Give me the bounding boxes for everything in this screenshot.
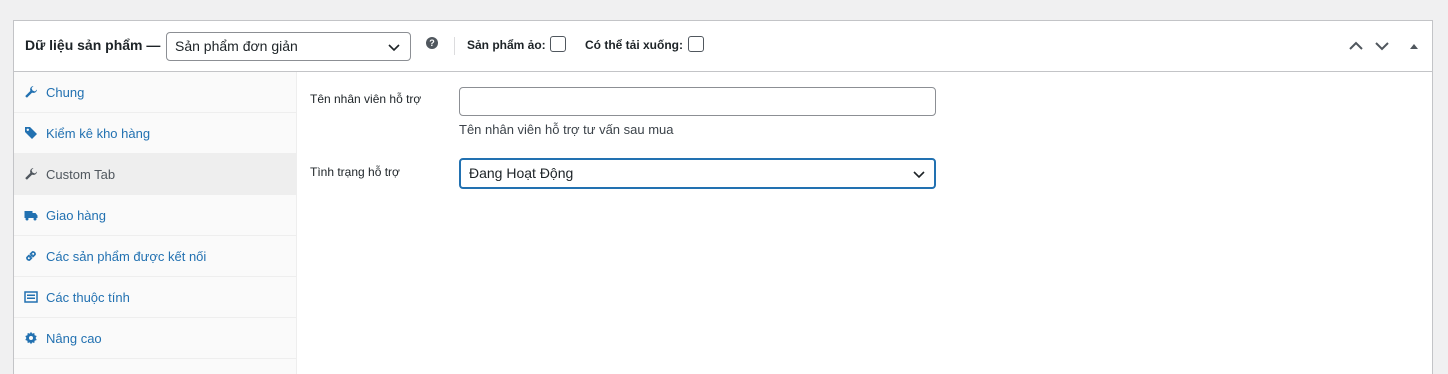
support-status-value: Đang Hoạt Động <box>469 165 574 181</box>
header-divider <box>454 37 455 55</box>
tab-inventory[interactable]: Kiểm kê kho hàng <box>14 113 297 154</box>
downloadable-checkbox[interactable] <box>688 36 704 52</box>
tab-custom[interactable]: Custom Tab <box>14 154 297 195</box>
support-name-description: Tên nhân viên hỗ trợ tư vấn sau mua <box>459 122 674 137</box>
product-data-panel: Dữ liệu sản phẩm — Sản phẩm đơn giản ? S… <box>13 20 1433 374</box>
tag-icon <box>25 127 37 139</box>
tab-general[interactable]: Chung <box>14 72 297 113</box>
tab-advanced[interactable]: Nâng cao <box>14 318 297 359</box>
product-type-select[interactable]: Sản phẩm đơn giản <box>166 32 411 61</box>
chevron-down-icon <box>913 171 925 179</box>
product-data-tabs: Chung Kiểm kê kho hàng Custom Tab Giao h… <box>14 72 297 374</box>
help-icon[interactable]: ? <box>426 37 438 49</box>
collapse-toggle-icon[interactable] <box>1406 38 1422 54</box>
tab-shipping-label: Giao hàng <box>46 208 106 223</box>
tab-inventory-label: Kiểm kê kho hàng <box>46 126 151 141</box>
tab-custom-label: Custom Tab <box>46 167 116 182</box>
virtual-label: Sản phẩm ảo: <box>467 38 546 52</box>
tab-shipping[interactable]: Giao hàng <box>14 195 297 236</box>
custom-tab-content: Tên nhân viên hỗ trợ Tên nhân viên hỗ tr… <box>298 72 1432 374</box>
link-icon <box>26 251 36 261</box>
panel-header: Dữ liệu sản phẩm — Sản phẩm đơn giản ? S… <box>14 21 1432 72</box>
tab-linked-products-label: Các sản phẩm được kết nối <box>46 249 207 264</box>
support-name-label: Tên nhân viên hỗ trợ <box>310 92 422 106</box>
truck-icon <box>24 211 38 221</box>
virtual-checkbox[interactable] <box>550 36 566 52</box>
wrench-icon <box>25 168 37 180</box>
tab-advanced-label: Nâng cao <box>46 331 102 346</box>
wrench-icon <box>25 86 37 98</box>
tab-general-label: Chung <box>46 85 85 100</box>
support-status-select[interactable]: Đang Hoạt Động <box>459 158 936 189</box>
move-down-icon[interactable] <box>1374 38 1390 54</box>
support-status-label: Tình trạng hỗ trợ <box>310 165 400 179</box>
support-name-input[interactable] <box>459 87 936 116</box>
tab-attributes-label: Các thuộc tính <box>46 290 130 305</box>
tab-linked-products[interactable]: Các sản phẩm được kết nối <box>14 236 297 277</box>
product-type-value: Sản phẩm đơn giản <box>175 38 298 54</box>
chevron-down-icon <box>388 44 400 52</box>
downloadable-label: Có thể tải xuống: <box>585 38 683 52</box>
tab-attributes[interactable]: Các thuộc tính <box>14 277 297 318</box>
gear-icon <box>25 331 37 345</box>
panel-title: Dữ liệu sản phẩm — <box>25 37 161 53</box>
list-icon <box>24 291 38 303</box>
move-up-icon[interactable] <box>1348 38 1364 54</box>
